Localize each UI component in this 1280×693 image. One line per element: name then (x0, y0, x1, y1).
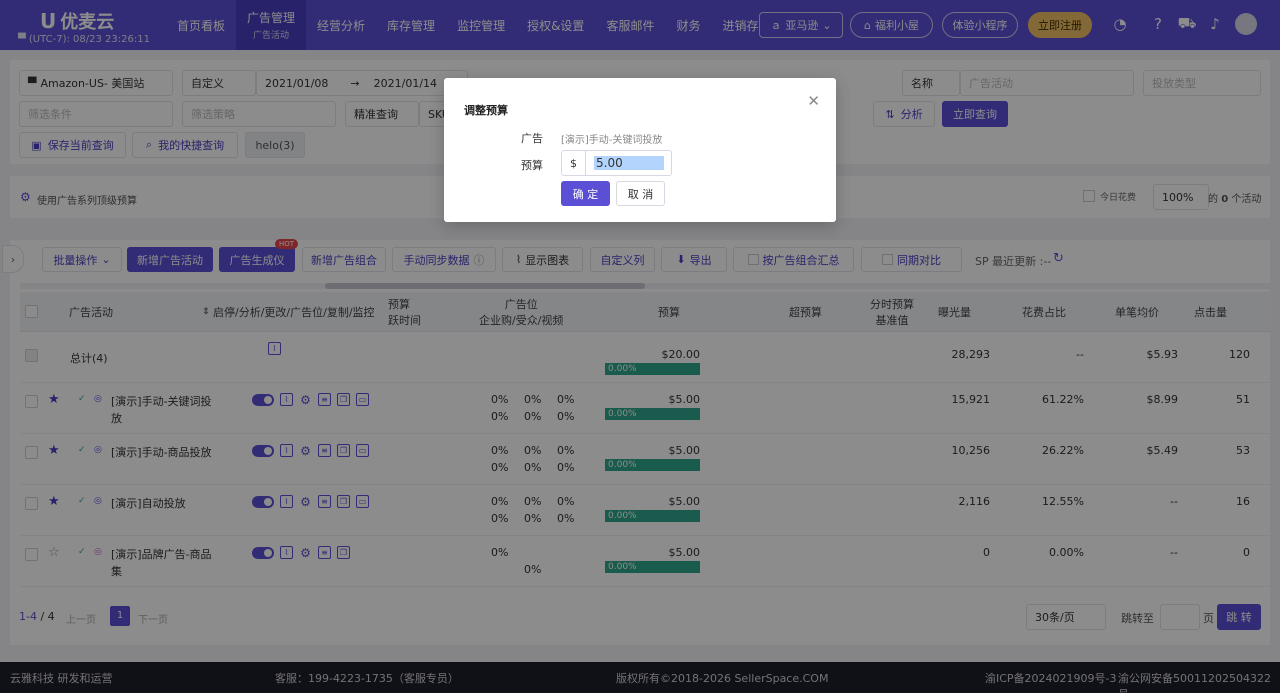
budget-input-group: $ (561, 150, 672, 176)
adjust-budget-dialog: 调整预算 ✕ 广告 [演示]手动-关键词投放 预算 $ 确 定 取 消 (444, 78, 836, 222)
budget-input[interactable] (594, 156, 664, 170)
ad-label: 广告 (521, 132, 543, 145)
budget-label: 预算 (521, 159, 543, 172)
ad-value: [演示]手动-关键词投放 (561, 135, 663, 146)
cancel-button[interactable]: 取 消 (616, 181, 665, 206)
confirm-button[interactable]: 确 定 (561, 181, 610, 206)
currency-symbol: $ (562, 151, 586, 175)
close-icon[interactable]: ✕ (807, 92, 820, 110)
dialog-title: 调整预算 (464, 104, 508, 117)
